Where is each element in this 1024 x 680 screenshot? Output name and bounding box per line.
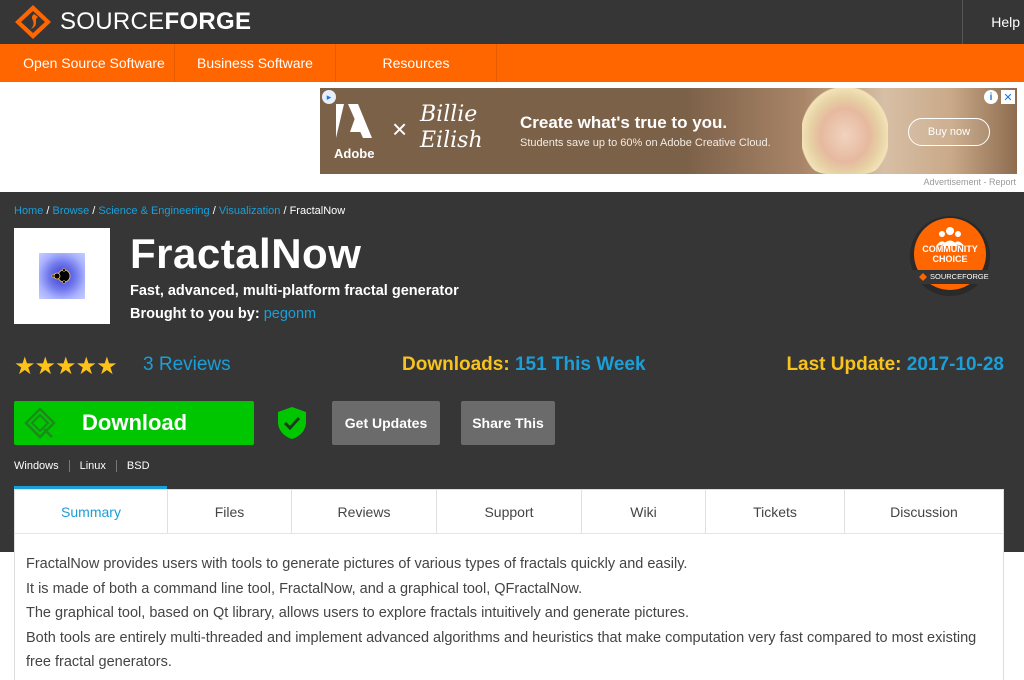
tab-support[interactable]: Support (437, 490, 582, 533)
project-tabs: Summary Files Reviews Support Wiki Ticke… (14, 489, 1004, 534)
ad-buy-now-button[interactable]: Buy now (908, 118, 990, 146)
tab-wiki[interactable]: Wiki (582, 490, 706, 533)
last-update-stat: Last Update: 2017-10-28 (786, 354, 1004, 376)
tab-discussion[interactable]: Discussion (845, 490, 1003, 533)
nav-business-software[interactable]: Business Software (175, 44, 336, 82)
adobe-banner-ad[interactable]: ▸ Adobe × Billie Eilish Create what's tr… (320, 88, 1017, 174)
community-choice-badge[interactable]: COMMUNITY CHOICE SOURCEFORGE (906, 216, 994, 296)
project-description: Fast, advanced, multi-platform fractal g… (130, 283, 459, 299)
summary-line: It is made of both a command line tool, … (26, 580, 583, 597)
platform-bsd: BSD (115, 460, 160, 472)
sourceforge-logo[interactable]: SOURCEFORGE (14, 4, 251, 40)
logo-text-source: SOURCE (60, 8, 165, 35)
rating-stars: ★★★★★ (14, 353, 118, 380)
downloads-stat: Downloads: 151 This Week (402, 354, 646, 376)
summary-line: The graphical tool, based on Qt library,… (26, 605, 690, 621)
get-updates-button[interactable]: Get Updates (332, 401, 440, 445)
logo-text-forge: FORGE (164, 8, 252, 35)
help-link[interactable]: Help (962, 0, 1024, 44)
nav-resources[interactable]: Resources (336, 44, 497, 82)
ad-partner-line1: Billie (420, 102, 478, 127)
summary-line: FractalNow provides users with tools to … (26, 556, 688, 572)
tab-tickets[interactable]: Tickets (706, 490, 845, 533)
brought-by-label: Brought to you by: (130, 306, 260, 322)
share-this-button[interactable]: Share This (461, 401, 555, 445)
last-update-label: Last Update: (786, 354, 902, 375)
project-author-line: Brought to you by: pegonm (130, 306, 316, 322)
ad-caption[interactable]: Advertisement - Report (923, 177, 1016, 187)
download-label: Download (82, 410, 188, 435)
ad-partner-line2: Eilish (420, 128, 483, 153)
fractal-icon (39, 253, 85, 299)
project-author-link[interactable]: pegonm (264, 306, 316, 322)
platform-windows: Windows (14, 460, 59, 472)
download-button[interactable]: Download (14, 401, 254, 445)
downloads-label: Downloads: (402, 354, 510, 375)
logo-wordmark: SOURCEFORGE (60, 8, 251, 36)
platform-list: Windows Linux BSD (14, 460, 160, 472)
ad-partner-signature: Billie Eilish (420, 102, 483, 154)
breadcrumb-home[interactable]: Home (14, 205, 43, 217)
breadcrumb-browse[interactable]: Browse (53, 205, 90, 217)
reviews-link[interactable]: 3 Reviews (143, 354, 231, 376)
main-nav: Open Source Software Business Software R… (0, 44, 1024, 82)
tab-files[interactable]: Files (168, 490, 292, 533)
verified-shield-icon (276, 406, 308, 440)
breadcrumb-science-engineering[interactable]: Science & Engineering (98, 205, 209, 217)
badge-brand: SOURCEFORGE (930, 272, 989, 281)
project-icon (14, 228, 110, 324)
download-icon (24, 407, 56, 439)
breadcrumb: Home / Browse / Science & Engineering / … (14, 205, 346, 217)
downloads-value[interactable]: 151 This Week (515, 354, 646, 375)
project-title: FractalNow (130, 230, 362, 277)
sourceforge-logo-icon (14, 4, 52, 40)
badge-line1: COMMUNITY (922, 244, 978, 254)
nav-open-source-software[interactable]: Open Source Software (14, 44, 175, 82)
tab-reviews[interactable]: Reviews (292, 490, 437, 533)
badge-line2: CHOICE (932, 254, 968, 264)
top-header: SOURCEFORGE Help (0, 0, 1024, 44)
breadcrumb-visualization[interactable]: Visualization (219, 205, 281, 217)
adobe-logo: Adobe (332, 100, 380, 164)
platform-linux: Linux (68, 460, 116, 472)
ad-portrait-image (802, 88, 888, 174)
ad-info-icon[interactable]: i (984, 90, 998, 104)
ad-subline: Students save up to 60% on Adobe Creativ… (520, 137, 771, 149)
ad-collab-x: × (392, 114, 408, 144)
ad-brand-label: Adobe (334, 146, 375, 161)
ad-close-icon[interactable]: ✕ (1001, 90, 1015, 104)
ad-area: ▸ Adobe × Billie Eilish Create what's tr… (0, 82, 1024, 192)
tab-summary[interactable]: Summary (15, 490, 168, 533)
last-update-value: 2017-10-28 (906, 354, 1004, 375)
ad-headline: Create what's true to you. (520, 113, 728, 132)
summary-content: FractalNow provides users with tools to … (14, 534, 1004, 680)
summary-line: Both tools are entirely multi-threaded a… (26, 629, 977, 671)
breadcrumb-current: FractalNow (289, 205, 346, 217)
